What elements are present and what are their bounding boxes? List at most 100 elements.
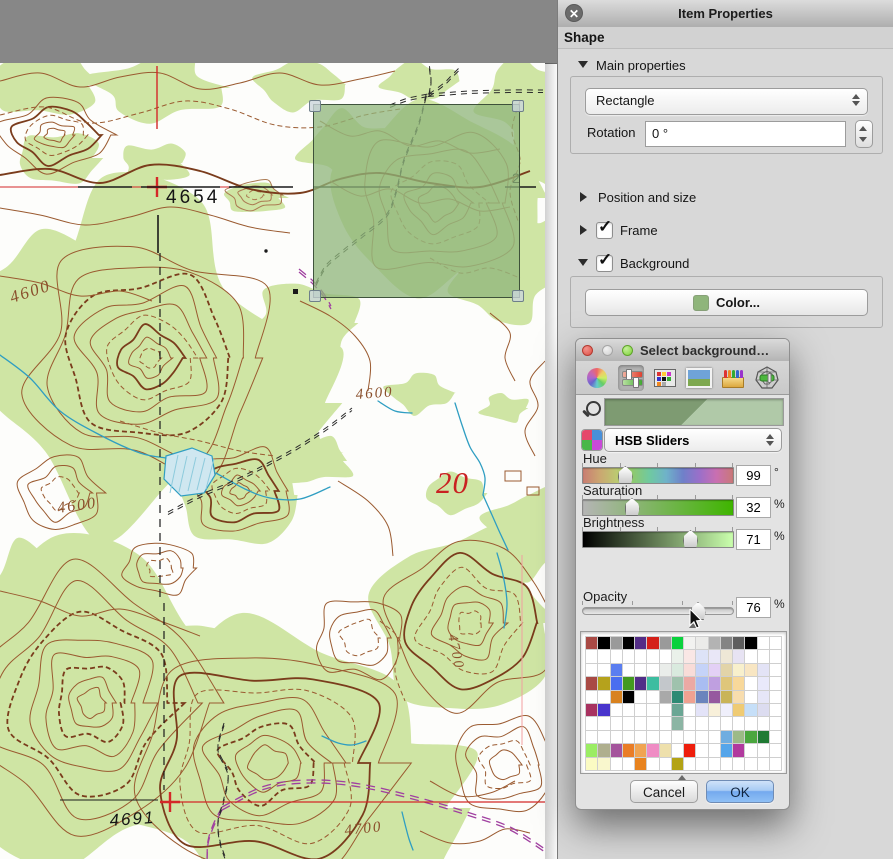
swatch-cell[interactable] (758, 650, 769, 662)
swatch-cell[interactable] (672, 744, 683, 756)
swatch-cell[interactable] (721, 637, 732, 649)
swatch-cell[interactable] (758, 691, 769, 703)
swatch-cell[interactable] (623, 704, 634, 716)
swatch-cell[interactable] (733, 758, 744, 770)
brightness-value-field[interactable]: 71 (736, 529, 771, 550)
dialog-titlebar[interactable]: Select background… (576, 339, 789, 362)
swatch-cell[interactable] (635, 691, 646, 703)
swatch-cell[interactable] (684, 677, 695, 689)
swatch-cell[interactable] (611, 650, 622, 662)
brightness-slider-thumb[interactable] (683, 530, 698, 548)
swatch-cell[interactable] (647, 677, 658, 689)
background-checkbox[interactable]: ✓ (596, 255, 613, 272)
rotation-stepper[interactable] (855, 120, 873, 148)
swatch-cell[interactable] (586, 650, 597, 662)
swatch-cell[interactable] (684, 637, 695, 649)
saturation-value-field[interactable]: 32 (736, 497, 771, 518)
swatch-cell[interactable] (684, 664, 695, 676)
swatch-cell[interactable] (745, 704, 756, 716)
swatch-cell[interactable] (758, 731, 769, 743)
swatch-cell[interactable] (672, 677, 683, 689)
image-palettes-icon[interactable] (686, 365, 712, 391)
swatch-cell[interactable] (586, 758, 597, 770)
swatch-cell[interactable] (770, 758, 781, 770)
swatch-cell[interactable] (721, 691, 732, 703)
swatch-cell[interactable] (721, 704, 732, 716)
swatch-cell[interactable] (598, 677, 609, 689)
swatch-cell[interactable] (611, 731, 622, 743)
swatch-cell[interactable] (758, 704, 769, 716)
swatch-cell[interactable] (709, 717, 720, 729)
color-model-dropdown[interactable]: HSB Sliders (604, 428, 782, 452)
color-palettes-icon[interactable] (652, 365, 678, 391)
swatch-cell[interactable] (598, 744, 609, 756)
swatch-cell[interactable] (721, 677, 732, 689)
swatch-cell[interactable] (647, 744, 658, 756)
background-color-button[interactable]: Color... (585, 289, 868, 316)
swatch-cell[interactable] (586, 717, 597, 729)
swatch-cell[interactable] (623, 717, 634, 729)
swatch-cell[interactable] (709, 650, 720, 662)
resize-handle-topright[interactable] (512, 100, 524, 112)
swatch-cell[interactable] (660, 637, 671, 649)
crayons-icon[interactable] (720, 365, 746, 391)
swatch-cell[interactable] (696, 744, 707, 756)
swatch-cell[interactable] (770, 717, 781, 729)
swatch-cell[interactable] (696, 758, 707, 770)
swatch-cell[interactable] (709, 744, 720, 756)
swatch-cell[interactable] (758, 664, 769, 676)
swatch-cell[interactable] (647, 704, 658, 716)
swatch-cell[interactable] (684, 731, 695, 743)
swatch-cell[interactable] (598, 704, 609, 716)
swatch-cell[interactable] (684, 717, 695, 729)
web-safe-colors-icon[interactable] (754, 365, 780, 391)
main-properties-row[interactable]: Main properties (558, 56, 893, 76)
swatch-cell[interactable] (745, 691, 756, 703)
swatch-cell[interactable] (672, 650, 683, 662)
swatch-cell[interactable] (733, 744, 744, 756)
frame-checkbox[interactable]: ✓ (596, 222, 613, 239)
collapse-caret-icon[interactable] (578, 259, 588, 266)
step-up-icon[interactable] (859, 126, 867, 131)
color-wheel-icon[interactable] (584, 365, 610, 391)
swatch-cell[interactable] (721, 758, 732, 770)
expand-caret-icon[interactable] (580, 225, 587, 235)
swatch-cell[interactable] (733, 717, 744, 729)
swatch-cell[interactable] (635, 744, 646, 756)
swatch-cell[interactable] (770, 677, 781, 689)
swatch-cell[interactable] (635, 637, 646, 649)
swatch-cell[interactable] (635, 731, 646, 743)
swatch-cell[interactable] (672, 717, 683, 729)
swatch-cell[interactable] (611, 691, 622, 703)
swatch-cell[interactable] (696, 691, 707, 703)
swatch-cell[interactable] (598, 650, 609, 662)
swatch-cell[interactable] (598, 717, 609, 729)
swatch-cell[interactable] (647, 637, 658, 649)
minimize-traffic-light-icon[interactable] (602, 345, 613, 356)
swatch-cell[interactable] (635, 664, 646, 676)
color-sliders-icon[interactable] (618, 365, 644, 391)
swatch-cell[interactable] (611, 664, 622, 676)
swatch-cell[interactable] (635, 717, 646, 729)
swatch-cell[interactable] (721, 731, 732, 743)
composer-canvas[interactable]: 4654246004600460020470046914700 (0, 0, 557, 859)
hue-slider[interactable] (582, 467, 734, 484)
swatch-cell[interactable] (672, 731, 683, 743)
swatch-cell[interactable] (672, 704, 683, 716)
resize-handle-bottomleft[interactable] (309, 290, 321, 302)
swatch-cell[interactable] (660, 664, 671, 676)
color-model-icon[interactable] (581, 429, 603, 451)
swatch-cell[interactable] (611, 717, 622, 729)
swatch-cell[interactable] (611, 637, 622, 649)
swatch-cell[interactable] (709, 704, 720, 716)
swatch-cell[interactable] (758, 744, 769, 756)
swatch-cell[interactable] (770, 650, 781, 662)
swatch-cell[interactable] (684, 650, 695, 662)
swatch-cell[interactable] (770, 691, 781, 703)
ok-button[interactable]: OK (706, 780, 774, 803)
background-row[interactable]: ✓ Background (558, 254, 893, 274)
swatch-cell[interactable] (733, 650, 744, 662)
swatch-cell[interactable] (623, 664, 634, 676)
swatch-cell[interactable] (660, 677, 671, 689)
swatch-cell[interactable] (721, 650, 732, 662)
